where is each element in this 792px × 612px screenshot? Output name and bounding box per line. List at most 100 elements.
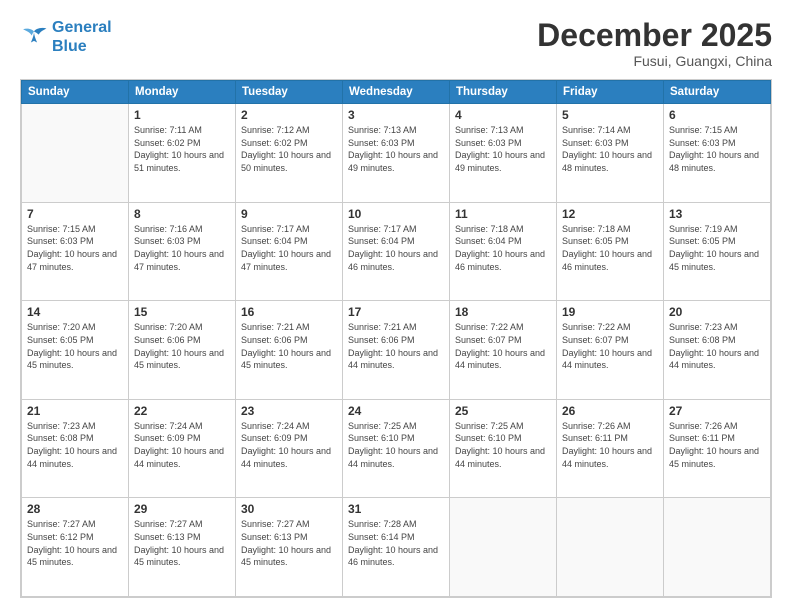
day-number: 6 [669,108,765,122]
calendar-table: SundayMondayTuesdayWednesdayThursdayFrid… [21,80,771,597]
day-number: 9 [241,207,337,221]
weekday-header-saturday: Saturday [664,81,771,104]
day-number: 24 [348,404,444,418]
calendar-cell: 17Sunrise: 7:21 AMSunset: 6:06 PMDayligh… [343,301,450,400]
day-number: 22 [134,404,230,418]
calendar-cell [22,104,129,203]
weekday-header-friday: Friday [557,81,664,104]
weekday-header-sunday: Sunday [22,81,129,104]
day-info: Sunrise: 7:22 AMSunset: 6:07 PMDaylight:… [455,321,551,371]
day-number: 4 [455,108,551,122]
week-row-2: 7Sunrise: 7:15 AMSunset: 6:03 PMDaylight… [22,202,771,301]
day-info: Sunrise: 7:15 AMSunset: 6:03 PMDaylight:… [669,124,765,174]
calendar-cell: 8Sunrise: 7:16 AMSunset: 6:03 PMDaylight… [129,202,236,301]
day-info: Sunrise: 7:22 AMSunset: 6:07 PMDaylight:… [562,321,658,371]
day-number: 18 [455,305,551,319]
calendar-cell: 5Sunrise: 7:14 AMSunset: 6:03 PMDaylight… [557,104,664,203]
day-info: Sunrise: 7:21 AMSunset: 6:06 PMDaylight:… [241,321,337,371]
header: General Blue December 2025 Fusui, Guangx… [20,18,772,69]
day-number: 14 [27,305,123,319]
day-info: Sunrise: 7:28 AMSunset: 6:14 PMDaylight:… [348,518,444,568]
day-info: Sunrise: 7:12 AMSunset: 6:02 PMDaylight:… [241,124,337,174]
title-block: December 2025 Fusui, Guangxi, China [537,18,772,69]
calendar-cell: 29 Sunrise: 7:27 AMSunset: 6:13 PMDayligh… [129,498,236,597]
weekday-header-thursday: Thursday [450,81,557,104]
day-number: 31 [348,502,444,516]
day-info: Sunrise: 7:27 AMSunset: 6:12 PMDaylight:… [27,518,123,568]
day-number: 15 [134,305,230,319]
calendar-cell: 20Sunrise: 7:23 AMSunset: 6:08 PMDayligh… [664,301,771,400]
calendar-cell [450,498,557,597]
calendar-cell: 23 Sunrise: 7:24 AMSunset: 6:09 PMDayligh… [236,399,343,498]
day-info: Sunrise: 7:26 AMSunset: 6:11 PMDaylight:… [669,420,765,470]
day-info: Sunrise: 7:24 AMSunset: 6:09 PMDaylight:… [241,420,337,470]
month-title: December 2025 [537,18,772,53]
day-info: Sunrise: 7:19 AMSunset: 6:05 PMDaylight:… [669,223,765,273]
day-info: Sunrise: 7:18 AMSunset: 6:05 PMDaylight:… [562,223,658,273]
day-number: 3 [348,108,444,122]
day-number: 11 [455,207,551,221]
day-number: 21 [27,404,123,418]
day-number: 26 [562,404,658,418]
calendar-cell: 1Sunrise: 7:11 AMSunset: 6:02 PMDaylight… [129,104,236,203]
day-number: 23 [241,404,337,418]
day-info: Sunrise: 7:27 AMSunset: 6:13 PMDaylight:… [134,518,230,568]
calendar: SundayMondayTuesdayWednesdayThursdayFrid… [20,79,772,598]
calendar-cell: 21Sunrise: 7:23 AMSunset: 6:08 PMDayligh… [22,399,129,498]
day-info: Sunrise: 7:14 AMSunset: 6:03 PMDaylight:… [562,124,658,174]
weekday-header-wednesday: Wednesday [343,81,450,104]
calendar-cell: 2 Sunrise: 7:12 AMSunset: 6:02 PMDaylight… [236,104,343,203]
calendar-cell: 26 Sunrise: 7:26 AMSunset: 6:11 PMDayligh… [557,399,664,498]
calendar-cell: 25Sunrise: 7:25 AMSunset: 6:10 PMDayligh… [450,399,557,498]
day-number: 2 [241,108,337,122]
day-number: 16 [241,305,337,319]
weekday-header-tuesday: Tuesday [236,81,343,104]
day-number: 17 [348,305,444,319]
calendar-cell [557,498,664,597]
calendar-header: SundayMondayTuesdayWednesdayThursdayFrid… [22,81,771,104]
logo-text: General Blue [52,18,112,56]
day-info: Sunrise: 7:26 AMSunset: 6:11 PMDaylight:… [562,420,658,470]
logo: General Blue [20,18,112,56]
day-number: 28 [27,502,123,516]
day-number: 13 [669,207,765,221]
day-number: 29 [134,502,230,516]
week-row-5: 28 Sunrise: 7:27 AMSunset: 6:12 PMDayligh… [22,498,771,597]
day-number: 27 [669,404,765,418]
calendar-cell: 22Sunrise: 7:24 AMSunset: 6:09 PMDayligh… [129,399,236,498]
day-info: Sunrise: 7:18 AMSunset: 6:04 PMDaylight:… [455,223,551,273]
calendar-cell: 12 Sunrise: 7:18 AMSunset: 6:05 PMDayligh… [557,202,664,301]
calendar-cell: 31 Sunrise: 7:28 AMSunset: 6:14 PMDayligh… [343,498,450,597]
calendar-cell [664,498,771,597]
calendar-cell: 19Sunrise: 7:22 AMSunset: 6:07 PMDayligh… [557,301,664,400]
day-info: Sunrise: 7:16 AMSunset: 6:03 PMDaylight:… [134,223,230,273]
day-info: Sunrise: 7:17 AMSunset: 6:04 PMDaylight:… [241,223,337,273]
calendar-cell: 3Sunrise: 7:13 AMSunset: 6:03 PMDaylight… [343,104,450,203]
calendar-cell: 16 Sunrise: 7:21 AMSunset: 6:06 PMDayligh… [236,301,343,400]
day-info: Sunrise: 7:11 AMSunset: 6:02 PMDaylight:… [134,124,230,174]
day-number: 30 [241,502,337,516]
calendar-cell: 11 Sunrise: 7:18 AMSunset: 6:04 PMDayligh… [450,202,557,301]
calendar-cell: 9 Sunrise: 7:17 AMSunset: 6:04 PMDaylight… [236,202,343,301]
day-number: 25 [455,404,551,418]
calendar-cell: 18 Sunrise: 7:22 AMSunset: 6:07 PMDayligh… [450,301,557,400]
calendar-cell: 14 Sunrise: 7:20 AMSunset: 6:05 PMDayligh… [22,301,129,400]
day-number: 12 [562,207,658,221]
day-number: 10 [348,207,444,221]
day-info: Sunrise: 7:20 AMSunset: 6:06 PMDaylight:… [134,321,230,371]
location-subtitle: Fusui, Guangxi, China [537,53,772,69]
weekday-row: SundayMondayTuesdayWednesdayThursdayFrid… [22,81,771,104]
calendar-cell: 30Sunrise: 7:27 AMSunset: 6:13 PMDayligh… [236,498,343,597]
day-info: Sunrise: 7:23 AMSunset: 6:08 PMDaylight:… [669,321,765,371]
calendar-cell: 6 Sunrise: 7:15 AMSunset: 6:03 PMDaylight… [664,104,771,203]
logo-icon [20,25,48,49]
day-info: Sunrise: 7:13 AMSunset: 6:03 PMDaylight:… [455,124,551,174]
weekday-header-monday: Monday [129,81,236,104]
day-info: Sunrise: 7:17 AMSunset: 6:04 PMDaylight:… [348,223,444,273]
calendar-cell: 28 Sunrise: 7:27 AMSunset: 6:12 PMDayligh… [22,498,129,597]
week-row-4: 21Sunrise: 7:23 AMSunset: 6:08 PMDayligh… [22,399,771,498]
day-info: Sunrise: 7:25 AMSunset: 6:10 PMDaylight:… [348,420,444,470]
day-info: Sunrise: 7:15 AMSunset: 6:03 PMDaylight:… [27,223,123,273]
calendar-body: 1Sunrise: 7:11 AMSunset: 6:02 PMDaylight… [22,104,771,597]
day-info: Sunrise: 7:20 AMSunset: 6:05 PMDaylight:… [27,321,123,371]
